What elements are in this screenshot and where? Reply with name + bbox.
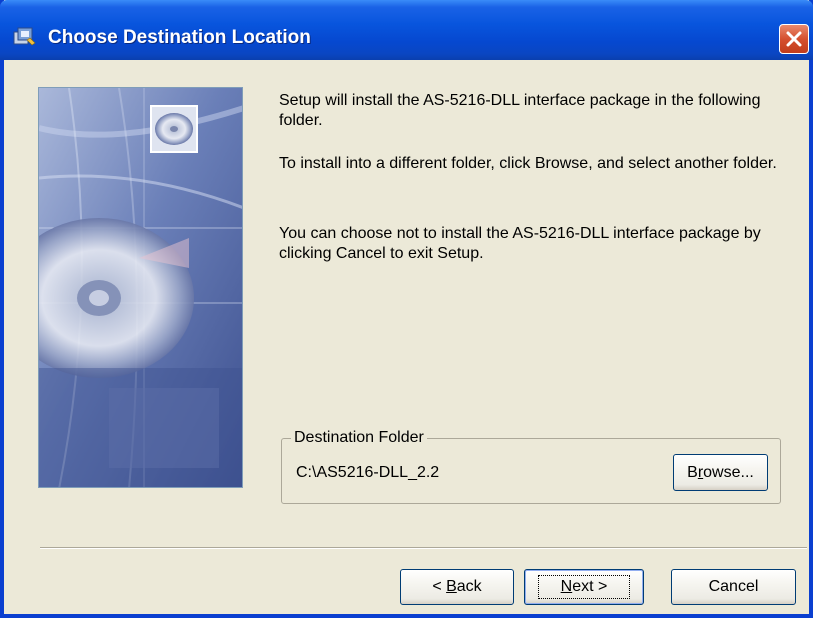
destination-path: C:\AS5216-DLL_2.2 (296, 464, 440, 481)
next-button[interactable]: Next > (524, 569, 644, 605)
install-info-text: Setup will install the AS-5216-DLL inter… (279, 92, 761, 129)
cancel-button[interactable]: Cancel (671, 569, 796, 605)
title-bar[interactable]: Choose Destination Location (0, 0, 813, 60)
browse-button[interactable]: Br owse... (673, 454, 768, 491)
browse-label-end: owse... (703, 463, 754, 481)
window-title: Choose Destination Location (48, 27, 311, 48)
button-separator (40, 547, 807, 549)
setup-icon (12, 26, 36, 46)
setup-dialog: Choose Destination Location Setup will i… (0, 0, 813, 618)
cancel-info-text: You can choose not to install the AS-521… (279, 225, 761, 262)
back-label-start: < (432, 578, 447, 595)
close-button[interactable] (779, 24, 809, 54)
focus-rect: Next > (537, 575, 631, 599)
next-mnemonic: N (560, 578, 573, 595)
destination-folder-label: Destination Folder (291, 429, 427, 447)
browse-info-text: To install into a different folder, clic… (279, 155, 777, 172)
back-mnemonic: B (446, 578, 457, 595)
next-label-end: ext > (572, 578, 608, 595)
back-label-end: ack (456, 578, 482, 595)
setup-banner-image (38, 87, 243, 488)
back-button[interactable]: < Back (400, 569, 514, 605)
close-icon (786, 31, 802, 47)
browse-label-start: B (687, 463, 698, 481)
